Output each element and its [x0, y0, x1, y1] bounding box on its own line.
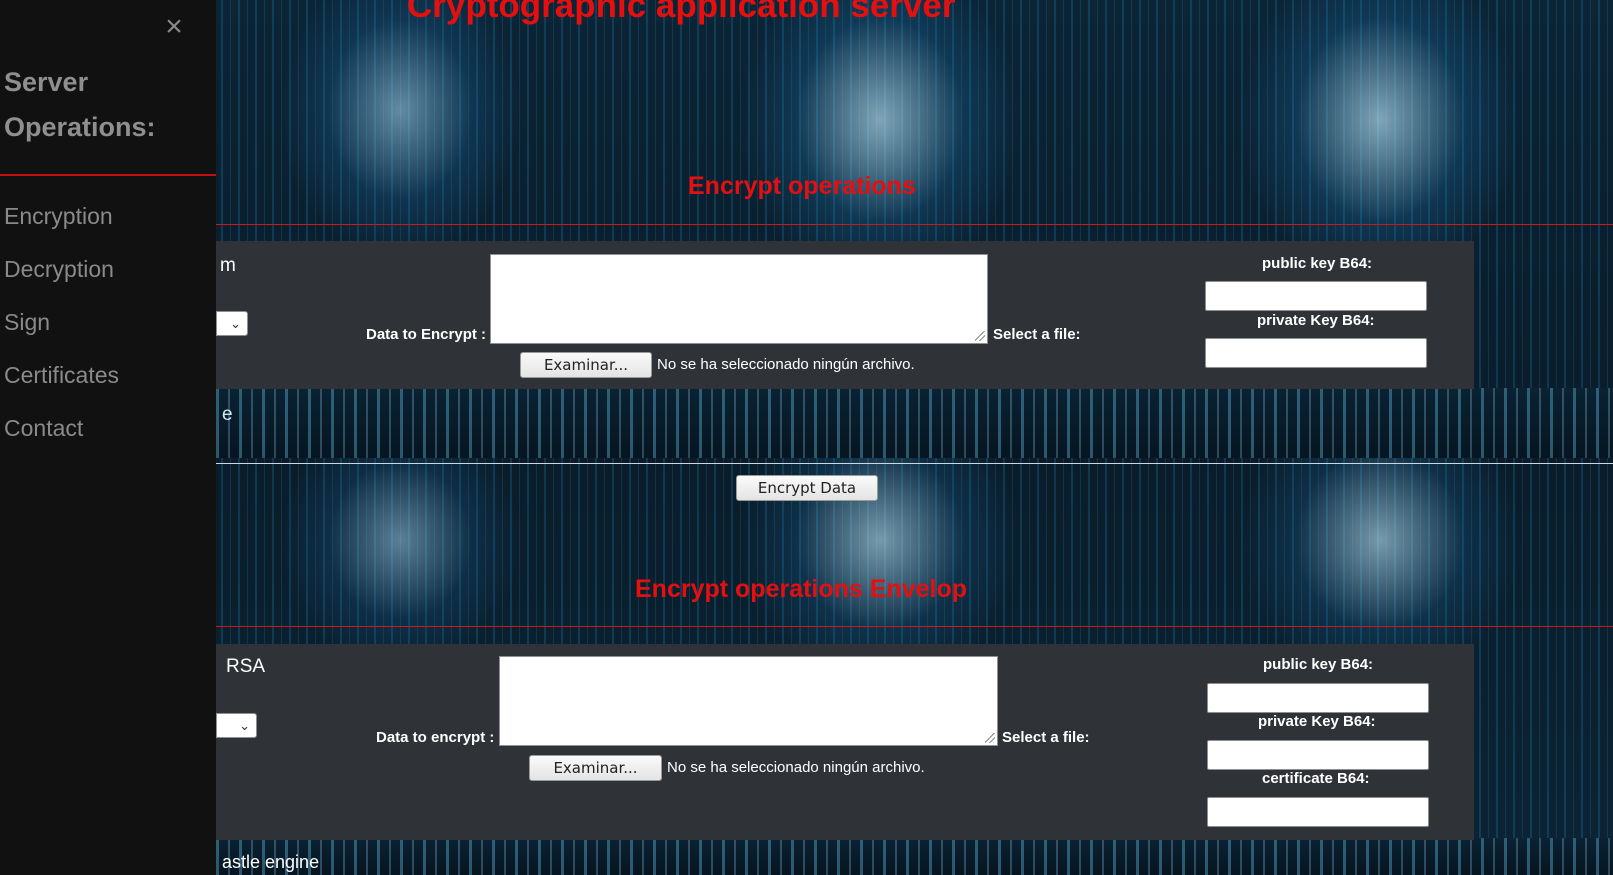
page-title: Cryptographic application server [407, 0, 956, 25]
envelop-form-panel: RSA ⌄ Data to encrypt : Select a file: E… [216, 644, 1474, 840]
close-icon[interactable]: × [162, 10, 186, 44]
public-key-input[interactable] [1207, 683, 1429, 713]
data-to-encrypt-label: Data to encrypt : [376, 729, 495, 746]
private-key-input[interactable] [1205, 338, 1427, 368]
sidebar-title: Server Operations: [4, 67, 156, 142]
algorithm-label-partial: RSA [226, 656, 266, 677]
background-band [216, 388, 1613, 458]
private-key-label: private Key B64: [1257, 312, 1375, 329]
sidebar-item-sign[interactable]: Sign [4, 299, 119, 352]
public-key-label: public key B64: [1263, 656, 1374, 673]
private-key-label: private Key B64: [1258, 713, 1376, 730]
no-file-selected-text: No se ha seleccionado ningún archivo. [657, 356, 915, 373]
data-to-encrypt-label: Data to Encrypt : [366, 326, 487, 343]
no-file-selected-text: No se ha seleccionado ningún archivo. [667, 759, 925, 776]
encrypt-section-title: Encrypt operations [688, 172, 916, 200]
encrypt-form-panel: m ⌄ Data to Encrypt : Select a file: Exa… [216, 241, 1474, 389]
chevron-down-icon: ⌄ [230, 316, 241, 331]
algorithm-label-partial: m [220, 255, 236, 276]
algorithm-select[interactable]: ⌄ [216, 311, 248, 336]
private-key-input[interactable] [1207, 740, 1429, 770]
sidebar: × Server Operations: Encryption Decrypti… [0, 0, 216, 875]
sidebar-item-decryption[interactable]: Decryption [4, 246, 119, 299]
resize-grip-icon[interactable] [985, 733, 995, 743]
algorithm-select[interactable]: ⌄ [216, 713, 257, 738]
envelop-section-title: Encrypt operations Envelop [635, 575, 968, 603]
partial-label: e [222, 404, 233, 425]
encrypt-data-button[interactable]: Encrypt Data [736, 475, 878, 501]
resize-grip-icon[interactable] [975, 331, 985, 341]
chevron-down-icon: ⌄ [239, 718, 250, 733]
select-file-label: Select a file: [993, 326, 1081, 343]
engine-label-partial: astle engine [222, 852, 320, 872]
data-to-encrypt-textarea[interactable] [499, 656, 998, 746]
sidebar-nav: Encryption Decryption Sign Certificates … [4, 193, 119, 458]
sidebar-item-contact[interactable]: Contact [4, 405, 119, 458]
sidebar-item-encryption[interactable]: Encryption [4, 193, 119, 246]
sidebar-divider [0, 174, 216, 176]
public-key-input[interactable] [1205, 281, 1427, 311]
certificate-input[interactable] [1207, 797, 1429, 827]
public-key-label: public key B64: [1262, 255, 1373, 272]
sidebar-item-certificates[interactable]: Certificates [4, 352, 119, 405]
envelop-section-divider [216, 626, 1613, 627]
browse-file-button[interactable]: Examinar... [529, 755, 662, 781]
section-separator [216, 463, 1613, 464]
certificate-label: certificate B64: [1262, 770, 1370, 787]
browse-file-button[interactable]: Examinar... [520, 352, 652, 378]
encrypt-section-divider [216, 224, 1613, 225]
select-file-label: Select a file: [1002, 729, 1090, 746]
data-to-encrypt-textarea[interactable] [490, 254, 988, 344]
background-band [216, 838, 1613, 875]
